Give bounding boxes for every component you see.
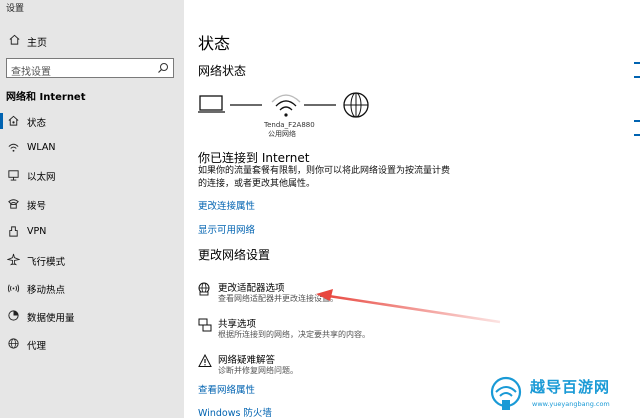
- page-title: 状态: [198, 34, 231, 53]
- sidebar-item-label: WLAN: [27, 142, 56, 153]
- sidebar: 设置 主页 查找设置 网络和 Internet 状态 WLAN 以太网 拨号 V…: [0, 0, 184, 418]
- section-title: 网络和 Internet: [6, 92, 86, 103]
- airplane-icon: [7, 253, 20, 266]
- windows-firewall-link[interactable]: Windows 防火墙: [198, 405, 272, 418]
- option-title: 网络疑难解答: [218, 355, 276, 366]
- search-icon[interactable]: [157, 62, 169, 74]
- sidebar-item-data-usage[interactable]: 数据使用量: [0, 305, 184, 327]
- laptop-icon: [198, 95, 225, 113]
- sidebar-item-label: 以太网: [27, 172, 56, 183]
- sharing-options-button[interactable]: 共享选项 根据所连接到的网络，决定要共享的内容。: [198, 316, 498, 346]
- watermark-url: www.yueyangbang.com: [532, 400, 610, 408]
- sidebar-item-status[interactable]: 状态: [0, 110, 184, 132]
- change-connection-properties-link[interactable]: 更改连接属性: [198, 198, 255, 212]
- window-title: 设置: [6, 4, 25, 14]
- sidebar-item-dialup[interactable]: 拨号: [0, 193, 184, 215]
- network-troubleshooter-button[interactable]: 网络疑难解答 诊断并修复网络问题。: [198, 352, 498, 382]
- globe-icon: [8, 338, 19, 349]
- watermark-logo-icon: [490, 376, 522, 410]
- sidebar-item-label: 飞行模式: [27, 257, 66, 268]
- sidebar-item-hotspot[interactable]: 移动热点: [0, 277, 184, 299]
- right-edge-mark: [634, 120, 640, 122]
- sidebar-item-label: 数据使用量: [27, 313, 75, 324]
- right-edge-mark: [634, 134, 640, 136]
- option-title: 共享选项: [218, 319, 257, 330]
- ethernet-icon: [8, 170, 19, 181]
- watermark-title: 越导百游网: [530, 378, 611, 396]
- sidebar-item-wlan[interactable]: WLAN: [0, 137, 184, 159]
- warning-icon: [198, 354, 212, 367]
- home-nav-item[interactable]: 主页: [0, 30, 184, 50]
- wifi-icon: [8, 143, 19, 152]
- vpn-icon: [9, 226, 18, 237]
- search-input[interactable]: 查找设置: [6, 58, 174, 78]
- internet-globe-icon: [343, 92, 369, 118]
- show-available-networks-link[interactable]: 显示可用网络: [198, 222, 255, 236]
- right-edge-mark: [634, 62, 640, 64]
- adapter-icon: [198, 282, 210, 296]
- sidebar-item-ethernet[interactable]: 以太网: [0, 164, 184, 186]
- metered-description: 如果你的流量套餐有限制，则你可以将此网络设置为按流量计费的连接，或者更改其他属性…: [198, 166, 451, 189]
- sidebar-item-label: VPN: [27, 226, 47, 237]
- data-usage-icon: [8, 310, 19, 321]
- option-title: 更改适配器选项: [218, 283, 285, 294]
- sidebar-item-airplane[interactable]: 飞行模式: [0, 249, 184, 271]
- sidebar-item-label: 状态: [27, 118, 47, 129]
- home-icon: [9, 34, 20, 45]
- change-settings-heading: 更改网络设置: [198, 248, 271, 262]
- sidebar-item-proxy[interactable]: 代理: [0, 333, 184, 355]
- watermark: 越导百游网 www.yueyangbang.com: [488, 374, 634, 414]
- home-network-icon: [8, 115, 19, 126]
- option-desc: 根据所连接到的网络，决定要共享的内容。: [218, 330, 370, 339]
- network-status-heading: 网络状态: [198, 64, 247, 78]
- home-label: 主页: [27, 38, 47, 49]
- sidebar-item-label: 移动热点: [27, 285, 66, 296]
- sidebar-item-label: 代理: [27, 341, 47, 352]
- dialup-icon: [8, 199, 19, 209]
- network-type: 公用网络: [268, 130, 296, 138]
- wifi-signal-icon: [271, 94, 301, 117]
- network-name: Tenda_F2A880: [264, 121, 315, 129]
- main-content: 状态 网络状态 Tenda_F2A880 公用网络 你已连接到 Internet…: [184, 0, 640, 418]
- connection-status: 你已连接到 Internet: [198, 151, 310, 165]
- view-network-properties-link[interactable]: 查看网络属性: [198, 382, 255, 396]
- option-desc: 查看网络适配器并更改连接设置。: [218, 294, 338, 303]
- sidebar-item-vpn[interactable]: VPN: [0, 221, 184, 243]
- hotspot-icon: [7, 284, 20, 293]
- option-desc: 诊断并修复网络问题。: [218, 366, 298, 375]
- adapter-options-button[interactable]: 更改适配器选项 查看网络适配器并更改连接设置。: [198, 280, 498, 310]
- sharing-icon: [198, 318, 212, 332]
- sidebar-item-label: 拨号: [27, 201, 47, 212]
- search-placeholder: 查找设置: [11, 67, 51, 78]
- right-edge-mark: [634, 76, 640, 78]
